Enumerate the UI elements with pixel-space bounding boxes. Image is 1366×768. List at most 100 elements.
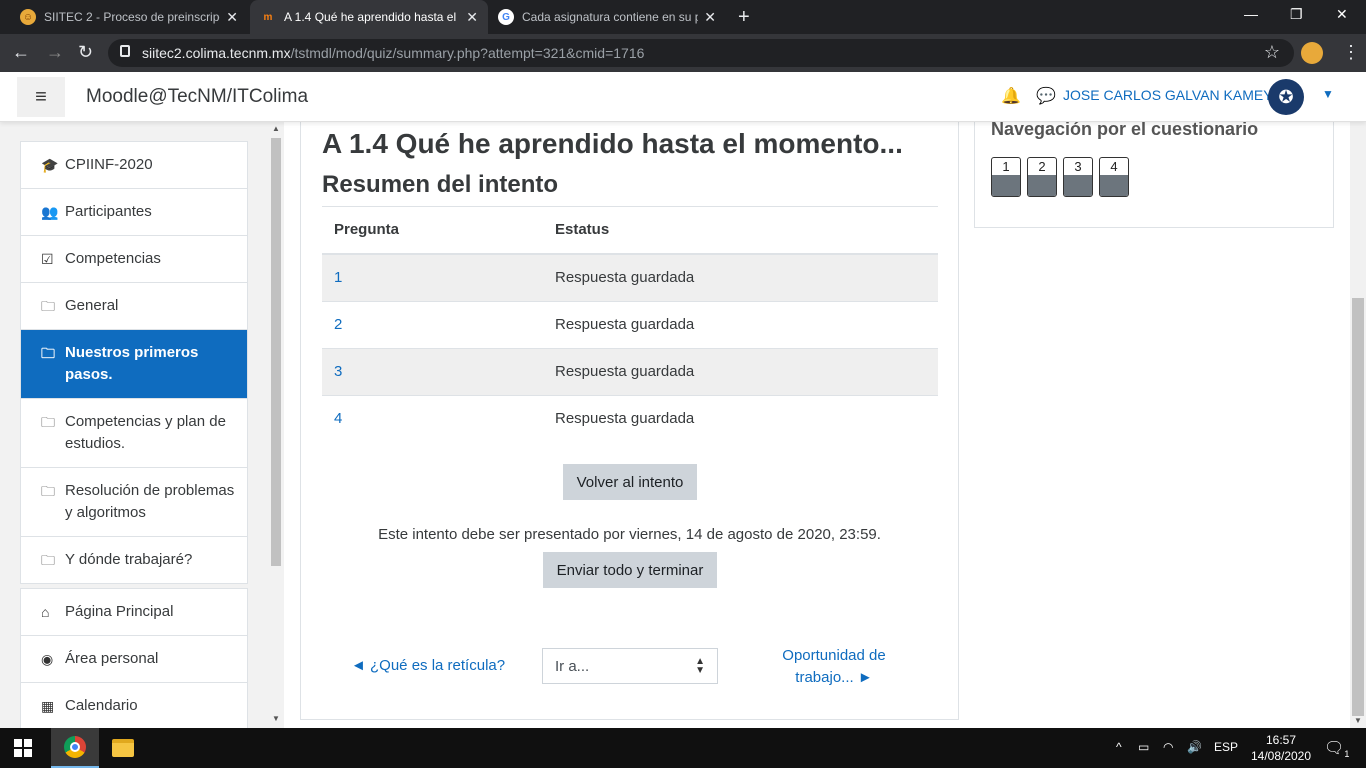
user-menu-caret-icon[interactable]: ▼: [1322, 87, 1334, 101]
close-window-icon[interactable]: ✕: [1336, 6, 1348, 23]
quiz-nav-button-4[interactable]: 4: [1099, 157, 1129, 197]
home-icon: ⌂: [41, 604, 50, 620]
submit-all-button[interactable]: Enviar todo y terminar: [543, 552, 717, 588]
answered-indicator: [992, 175, 1020, 196]
reload-icon[interactable]: ↻: [78, 42, 93, 63]
messages-icon[interactable]: 💬: [1036, 86, 1056, 106]
browser-menu-icon[interactable]: ⋮: [1342, 42, 1360, 63]
course-nav: 🎓 CPIINF-2020 👥 Participantes ☑ Competencia…: [20, 141, 248, 584]
windows-start-icon[interactable]: [14, 739, 32, 757]
quiz-nav-button-3[interactable]: 3: [1063, 157, 1093, 197]
drawer-scrollbar[interactable]: ▲ ▼: [270, 122, 282, 728]
quiz-nav-button-2[interactable]: 2: [1027, 157, 1057, 197]
nav-item-work[interactable]: 🗀 Y dónde trabajaré?: [21, 537, 247, 583]
hamburger-icon: ≡: [35, 85, 47, 108]
nav-item-participants[interactable]: 👥 Participantes: [21, 189, 247, 236]
profile-avatar-icon[interactable]: [1301, 42, 1323, 64]
due-date-text: Este intento debe ser presentado por vie…: [378, 526, 881, 543]
chrome-taskbar-button[interactable]: [51, 728, 99, 768]
scroll-up-icon[interactable]: ▲: [272, 124, 280, 133]
folder-icon: 🗀: [41, 414, 55, 430]
user-name[interactable]: JOSE CARLOS GALVAN KAMEY: [1063, 87, 1273, 103]
nav-drawer: 🎓 CPIINF-2020 👥 Participantes ☑ Competencia…: [0, 122, 284, 728]
page-scrollbar[interactable]: ▲ ▼: [1350, 72, 1366, 728]
question-link[interactable]: 3: [322, 347, 543, 395]
jump-to-select[interactable]: Ir a... ▲ ▼: [542, 648, 718, 684]
battery-icon[interactable]: ▭: [1138, 740, 1149, 754]
check-square-icon: ☑: [41, 251, 54, 267]
close-tab-icon[interactable]: ✕: [704, 9, 716, 26]
close-tab-icon[interactable]: ✕: [466, 9, 478, 26]
siitec-favicon-icon: ☺: [20, 9, 36, 25]
calendar-icon: ▦: [41, 698, 55, 714]
question-link[interactable]: 1: [322, 253, 543, 301]
answered-indicator: [1064, 175, 1092, 196]
windows-taskbar: ^ ▭ ◠ 🔊 ESP 16:57 14/08/2020 🗨1: [0, 728, 1366, 768]
notifications-bell-icon[interactable]: 🔔: [1001, 86, 1021, 106]
drawer-scroll-thumb[interactable]: [271, 138, 281, 566]
bookmark-star-icon[interactable]: ☆: [1264, 42, 1280, 63]
page-scroll-thumb[interactable]: [1352, 298, 1364, 716]
question-link[interactable]: 2: [322, 300, 543, 348]
nav-item-competencies[interactable]: ☑ Competencias: [21, 236, 247, 283]
browser-tab-bar: ☺ SIITEC 2 - Proceso de preinscripción ✕…: [0, 0, 1366, 34]
browser-tab-2[interactable]: m A 1.4 Qué he aprendido hasta el moment…: [250, 0, 488, 34]
select-arrows-icon: ▲ ▼: [695, 656, 705, 676]
minimize-icon[interactable]: —: [1244, 6, 1258, 22]
user-avatar[interactable]: ✪: [1268, 79, 1304, 115]
question-status: Respuesta guardada: [543, 253, 938, 301]
folder-icon: 🗀: [41, 345, 55, 361]
chrome-icon: [64, 736, 86, 758]
graduation-cap-icon: 🎓: [41, 157, 59, 173]
browser-toolbar: ← → ↻ siitec2.colima.tecnm.mx/tstmdl/mod…: [0, 34, 1366, 72]
forward-icon[interactable]: →: [46, 42, 64, 63]
explorer-taskbar-button[interactable]: [99, 728, 147, 768]
back-icon[interactable]: ←: [12, 42, 30, 63]
address-bar[interactable]: siitec2.colima.tecnm.mx/tstmdl/mod/quiz/…: [108, 39, 1294, 67]
column-header-status: Estatus: [543, 206, 938, 255]
browser-tab-1[interactable]: ☺ SIITEC 2 - Proceso de preinscripción ✕: [10, 0, 248, 34]
nav-item-course[interactable]: 🎓 CPIINF-2020: [21, 142, 247, 189]
taskbar-clock[interactable]: 16:57 14/08/2020: [1246, 732, 1316, 764]
volume-icon[interactable]: 🔊: [1187, 740, 1202, 754]
nav-item-calendar[interactable]: ▦ Calendario: [21, 683, 247, 728]
wifi-icon[interactable]: ◠: [1163, 740, 1173, 754]
quiz-navigation-title: Navegación por el cuestionario: [991, 119, 1259, 139]
answered-indicator: [1028, 175, 1056, 196]
users-icon: 👥: [41, 204, 59, 220]
previous-activity-link[interactable]: ◄ ¿Qué es la retícula?: [351, 657, 505, 674]
scroll-down-icon[interactable]: ▼: [272, 714, 280, 723]
return-to-attempt-button[interactable]: Volver al intento: [563, 464, 697, 500]
quiz-navigation-block: Navegación por el cuestionario 1 2 3 4: [974, 119, 1334, 228]
url-text: siitec2.colima.tecnm.mx/tstmdl/mod/quiz/…: [142, 45, 645, 61]
tray-overflow-icon[interactable]: ^: [1116, 740, 1122, 754]
new-tab-icon[interactable]: +: [738, 6, 750, 29]
action-center-icon[interactable]: 🗨1: [1324, 738, 1349, 759]
nav-item-algorithms[interactable]: 🗀 Resolución de problemas y algoritmos: [21, 468, 247, 537]
site-nav: ⌂ Página Principal ◉ Área personal ▦ Calend…: [20, 588, 248, 728]
nav-item-home[interactable]: ⌂ Página Principal: [21, 589, 247, 636]
table-row: 1 Respuesta guardada: [322, 253, 938, 301]
quiz-title: A 1.4 Qué he aprendido hasta el momento.…: [322, 128, 903, 159]
browser-tab-3[interactable]: G Cada asignatura contiene en su plan ✕: [488, 0, 726, 34]
drawer-toggle-button[interactable]: ≡: [17, 77, 65, 117]
scroll-down-icon[interactable]: ▼: [1354, 716, 1362, 725]
close-tab-icon[interactable]: ✕: [226, 9, 238, 26]
nav-item-plan[interactable]: 🗀 Competencias y plan de estudios.: [21, 399, 247, 468]
table-row: 4 Respuesta guardada: [322, 394, 938, 442]
next-activity-link[interactable]: Oportunidad de trabajo... ►: [771, 645, 897, 689]
nav-item-first-steps[interactable]: 🗀 Nuestros primeros pasos.: [21, 330, 247, 399]
dashboard-icon: ◉: [41, 651, 54, 667]
nav-item-dashboard[interactable]: ◉ Área personal: [21, 636, 247, 683]
question-link[interactable]: 4: [322, 394, 543, 442]
folder-icon: 🗀: [41, 298, 55, 314]
table-row: 3 Respuesta guardada: [322, 347, 938, 395]
site-name[interactable]: Moodle@TecNM/ITColima: [86, 86, 308, 108]
nav-item-general[interactable]: 🗀 General: [21, 283, 247, 330]
restore-icon[interactable]: ❐: [1290, 6, 1303, 23]
table-row: 2 Respuesta guardada: [322, 300, 938, 348]
language-indicator[interactable]: ESP: [1214, 740, 1238, 754]
moodle-favicon-icon: m: [263, 11, 273, 23]
site-header: ≡ Moodle@TecNM/ITColima 🔔 💬 JOSE CARLOS …: [0, 72, 1366, 122]
quiz-nav-button-1[interactable]: 1: [991, 157, 1021, 197]
